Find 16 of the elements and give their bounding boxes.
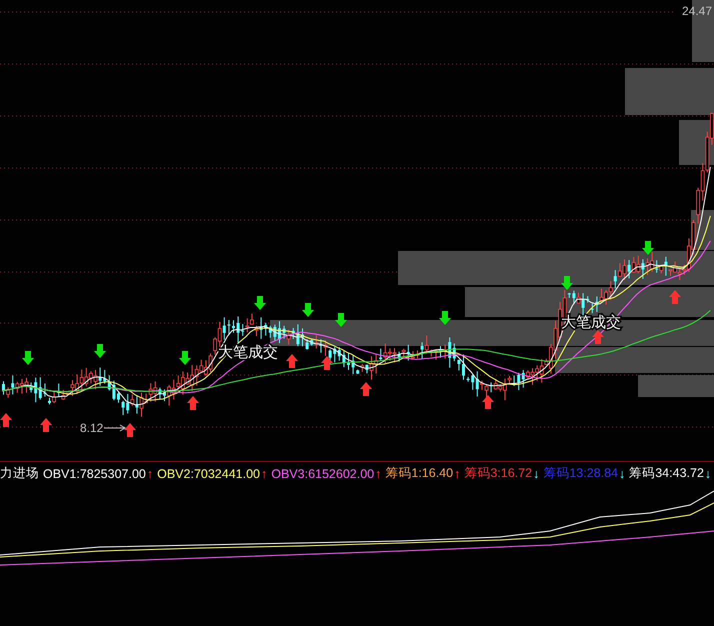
indicator-value: 筹码1:16.40: [385, 465, 454, 482]
indicator-value: 筹码13:28.84: [543, 465, 618, 482]
trend-arrow: ↑: [375, 466, 382, 480]
trend-arrow: ↑: [454, 466, 460, 480]
indicator-value: OBV1:7825307.00: [43, 466, 146, 480]
trend-arrow: ↑: [261, 466, 268, 480]
trend-arrow: ↓: [704, 466, 712, 480]
low-price-label: 8.12: [80, 421, 104, 435]
trend-arrow: ↓: [618, 466, 626, 480]
indicator-value: OBV2:7032441.00: [157, 466, 260, 480]
indicator-title: 力进场: [0, 465, 39, 482]
indicator-value: 筹码3:16.72: [464, 465, 532, 482]
trend-arrow: ↓: [533, 466, 540, 480]
trend-arrow: ↑: [146, 466, 154, 480]
indicator-value: 筹码34:43.72: [629, 465, 704, 482]
indicator-value: OBV3:6152602.00: [271, 466, 374, 480]
